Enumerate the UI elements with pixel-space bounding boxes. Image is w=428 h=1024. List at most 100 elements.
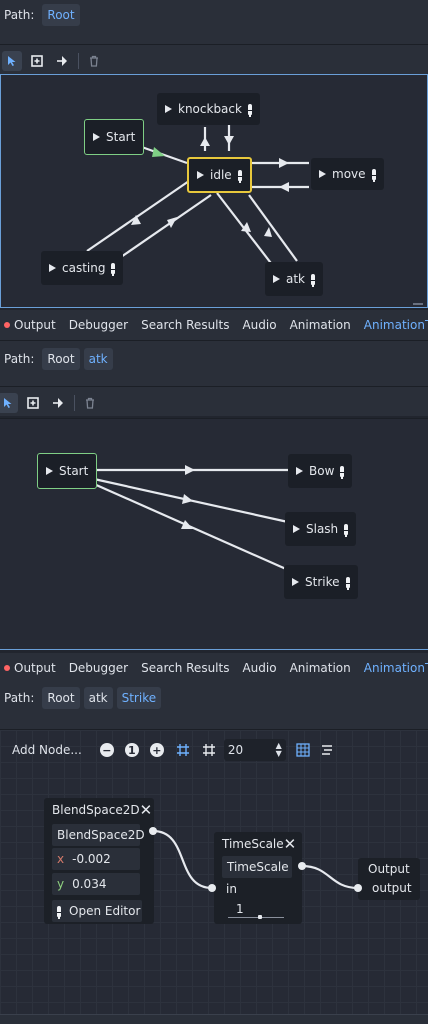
state-node-slash[interactable]: Slash — [285, 512, 357, 546]
close-icon[interactable]: ✕ — [140, 802, 153, 818]
state-node-atk[interactable]: atk — [265, 262, 324, 296]
state-node-idle[interactable]: idle — [187, 157, 252, 193]
edit-icon[interactable] — [340, 465, 345, 479]
tab-animation[interactable]: Animation — [290, 318, 351, 332]
output-input-port[interactable] — [354, 884, 362, 892]
blend-tree-graph[interactable]: Add Node... − 1 + 20 ▲ ▼ BlendSpace2D ✕ B… — [0, 730, 428, 1014]
bottom-scrollbar — [0, 1014, 428, 1024]
state-node-label: move — [332, 167, 366, 181]
state-node-knockback[interactable]: knockback — [157, 93, 260, 125]
state-node-strike[interactable]: Strike — [284, 565, 358, 599]
spacer — [0, 374, 428, 386]
node-title-bar[interactable]: TimeScale ✕ — [214, 832, 302, 856]
play-icon — [46, 467, 53, 475]
play-icon — [296, 467, 303, 475]
tab-audio[interactable]: Audio — [242, 318, 276, 332]
tab-output[interactable]: Output — [4, 661, 56, 675]
edit-icon — [57, 905, 61, 919]
tab-animationtree[interactable]: AnimationTree — [364, 661, 428, 675]
trash-icon — [86, 397, 94, 409]
timescale-input-port[interactable] — [208, 884, 216, 892]
path-label: Path: — [4, 691, 35, 705]
breadcrumb-root[interactable]: Root — [42, 348, 80, 370]
tab-search-results[interactable]: Search Results — [141, 318, 229, 332]
path-bar: Path: Root atk — [0, 344, 428, 374]
trash-icon — [90, 55, 98, 67]
edit-icon[interactable] — [311, 273, 316, 287]
breadcrumb-root[interactable]: Root — [42, 687, 80, 709]
create-node-button[interactable] — [23, 393, 43, 413]
blendspace2d-node[interactable]: BlendSpace2D ✕ BlendSpace2D x -0.002 y 0… — [44, 798, 154, 924]
edit-icon[interactable] — [344, 523, 349, 537]
state-node-move[interactable]: move — [311, 158, 384, 190]
scale-slider[interactable]: 1 — [228, 902, 284, 919]
tab-animation[interactable]: Animation — [290, 661, 351, 675]
state-node-label: Slash — [306, 522, 339, 536]
play-icon — [273, 275, 280, 283]
tab-debugger[interactable]: Debugger — [69, 318, 128, 332]
connect-icon — [57, 56, 67, 66]
connect-tool-button[interactable] — [52, 51, 72, 71]
blendspace-output-port[interactable] — [149, 827, 157, 835]
x-value: -0.002 — [72, 852, 111, 866]
edit-icon[interactable] — [371, 168, 376, 182]
state-machine-graph-root[interactable]: Start knockback idle move casting atk — [0, 74, 428, 308]
breadcrumb-root[interactable]: Root — [42, 4, 80, 26]
state-node-label: idle — [210, 168, 232, 182]
create-node-button[interactable] — [27, 51, 47, 71]
close-icon[interactable]: ✕ — [284, 836, 297, 852]
state-node-start[interactable]: Start — [84, 119, 145, 155]
state-node-label: Start — [106, 130, 136, 144]
timescale-node[interactable]: TimeScale ✕ TimeScale in 1 — [214, 832, 302, 924]
node-title: TimeScale — [222, 837, 284, 851]
spacer — [0, 713, 428, 730]
path-label: Path: — [4, 352, 35, 366]
node-title: BlendSpace2D — [52, 803, 140, 817]
breadcrumb-atk[interactable]: atk — [83, 687, 113, 709]
tab-label: Output — [14, 661, 56, 675]
path-label: Path: — [4, 8, 35, 22]
spacer — [0, 30, 428, 44]
output-port-label: output — [372, 881, 412, 895]
select-tool-button[interactable] — [0, 393, 18, 413]
state-machine-graph-atk[interactable]: Start Bow Slash Strike — [0, 418, 428, 650]
open-editor-label: Open Editor — [69, 904, 141, 918]
state-node-label: Bow — [309, 464, 335, 478]
blend-x-field[interactable]: x -0.002 — [52, 848, 140, 870]
tab-animationtree[interactable]: AnimationTree — [364, 318, 428, 332]
node-type-label: BlendSpace2D — [52, 824, 145, 846]
edit-icon[interactable] — [111, 262, 116, 276]
select-tool-button[interactable] — [2, 51, 22, 71]
node-title-bar[interactable]: BlendSpace2D ✕ — [44, 798, 154, 822]
state-node-bow[interactable]: Bow — [288, 454, 353, 488]
edit-icon[interactable] — [345, 576, 350, 590]
path-bar: Path: Root — [0, 0, 428, 30]
tab-label: Output — [14, 318, 56, 332]
tab-debugger[interactable]: Debugger — [69, 661, 128, 675]
state-node-casting[interactable]: casting — [41, 251, 124, 285]
connect-icon — [53, 398, 63, 408]
toolbar-separator — [78, 53, 79, 69]
tab-output[interactable]: Output — [4, 318, 56, 332]
y-value: 0.034 — [72, 877, 107, 891]
connect-tool-button[interactable] — [48, 393, 68, 413]
add-node-icon — [31, 55, 43, 67]
tab-search-results[interactable]: Search Results — [141, 661, 229, 675]
toolbar-separator — [74, 395, 75, 411]
delete-button[interactable] — [80, 393, 100, 413]
blend-y-field[interactable]: y 0.034 — [52, 873, 140, 895]
edit-icon[interactable] — [247, 103, 252, 117]
output-node[interactable]: Output output — [358, 858, 420, 900]
breadcrumb-strike[interactable]: Strike — [116, 687, 162, 709]
state-node-label: Start — [59, 464, 89, 478]
delete-button[interactable] — [84, 51, 104, 71]
tab-audio[interactable]: Audio — [242, 661, 276, 675]
timescale-output-port[interactable] — [298, 862, 306, 870]
state-node-start[interactable]: Start — [37, 453, 98, 489]
edit-icon[interactable] — [237, 169, 242, 183]
scroll-indicator — [413, 303, 423, 305]
slider-grabber[interactable] — [258, 915, 262, 919]
open-editor-button[interactable]: Open Editor — [52, 900, 142, 922]
breadcrumb-atk[interactable]: atk — [83, 348, 113, 370]
play-icon — [93, 133, 100, 141]
